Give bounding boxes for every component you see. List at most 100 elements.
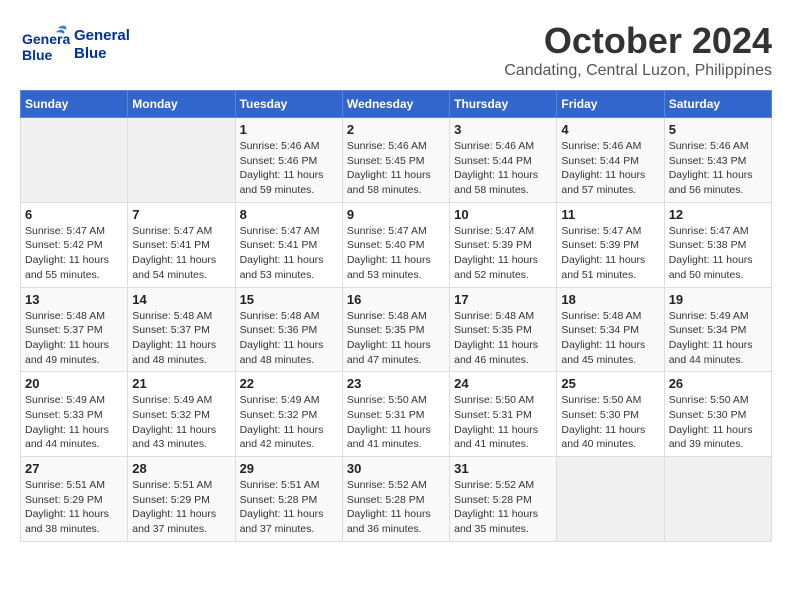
table-row: 29 Sunrise: 5:51 AMSunset: 5:28 PMDayligh… xyxy=(235,457,342,542)
day-number: 8 xyxy=(240,207,338,222)
calendar-week-row: 1 Sunrise: 5:46 AMSunset: 5:46 PMDaylight… xyxy=(21,118,772,203)
header-friday: Friday xyxy=(557,91,664,118)
day-info: Sunrise: 5:47 AMSunset: 5:41 PMDaylight:… xyxy=(240,224,338,283)
day-number: 19 xyxy=(669,292,767,307)
day-info: Sunrise: 5:46 AMSunset: 5:45 PMDaylight:… xyxy=(347,139,445,198)
logo-general: General xyxy=(74,27,130,45)
day-info: Sunrise: 5:47 AMSunset: 5:38 PMDaylight:… xyxy=(669,224,767,283)
table-row: 8 Sunrise: 5:47 AMSunset: 5:41 PMDaylight… xyxy=(235,202,342,287)
header-tuesday: Tuesday xyxy=(235,91,342,118)
table-row: 22 Sunrise: 5:49 AMSunset: 5:32 PMDayligh… xyxy=(235,372,342,457)
day-info: Sunrise: 5:51 AMSunset: 5:28 PMDaylight:… xyxy=(240,478,338,537)
day-number: 16 xyxy=(347,292,445,307)
table-row: 19 Sunrise: 5:49 AMSunset: 5:34 PMDayligh… xyxy=(664,287,771,372)
svg-text:General: General xyxy=(22,31,70,47)
day-info: Sunrise: 5:51 AMSunset: 5:29 PMDaylight:… xyxy=(25,478,123,537)
day-number: 2 xyxy=(347,122,445,137)
day-number: 17 xyxy=(454,292,552,307)
day-number: 4 xyxy=(561,122,659,137)
table-row: 6 Sunrise: 5:47 AMSunset: 5:42 PMDaylight… xyxy=(21,202,128,287)
day-info: Sunrise: 5:52 AMSunset: 5:28 PMDaylight:… xyxy=(454,478,552,537)
day-number: 1 xyxy=(240,122,338,137)
day-info: Sunrise: 5:49 AMSunset: 5:32 PMDaylight:… xyxy=(132,393,230,452)
table-row: 30Sunrise: 5:52 AMSunset: 5:28 PMDayligh… xyxy=(342,457,449,542)
day-number: 23 xyxy=(347,376,445,391)
table-row: 13Sunrise: 5:48 AMSunset: 5:37 PMDayligh… xyxy=(21,287,128,372)
day-info: Sunrise: 5:50 AMSunset: 5:30 PMDaylight:… xyxy=(669,393,767,452)
table-row: 11 Sunrise: 5:47 AMSunset: 5:39 PMDayligh… xyxy=(557,202,664,287)
table-row: 10Sunrise: 5:47 AMSunset: 5:39 PMDayligh… xyxy=(450,202,557,287)
calendar-table: Sunday Monday Tuesday Wednesday Thursday… xyxy=(20,90,772,542)
day-number: 11 xyxy=(561,207,659,222)
day-info: Sunrise: 5:48 AMSunset: 5:34 PMDaylight:… xyxy=(561,309,659,368)
table-row: 17 Sunrise: 5:48 AMSunset: 5:35 PMDayligh… xyxy=(450,287,557,372)
day-number: 22 xyxy=(240,376,338,391)
header-sunday: Sunday xyxy=(21,91,128,118)
day-number: 7 xyxy=(132,207,230,222)
day-number: 28 xyxy=(132,461,230,476)
table-row: 21 Sunrise: 5:49 AMSunset: 5:32 PMDayligh… xyxy=(128,372,235,457)
header-thursday: Thursday xyxy=(450,91,557,118)
day-info: Sunrise: 5:50 AMSunset: 5:31 PMDaylight:… xyxy=(347,393,445,452)
day-info: Sunrise: 5:52 AMSunset: 5:28 PMDaylight:… xyxy=(347,478,445,537)
day-number: 9 xyxy=(347,207,445,222)
table-row xyxy=(557,457,664,542)
logo: General Blue General Blue xyxy=(20,20,130,70)
day-number: 12 xyxy=(669,207,767,222)
table-row: 4Sunrise: 5:46 AMSunset: 5:44 PMDaylight… xyxy=(557,118,664,203)
header-monday: Monday xyxy=(128,91,235,118)
header-saturday: Saturday xyxy=(664,91,771,118)
table-row: 2 Sunrise: 5:46 AMSunset: 5:45 PMDaylight… xyxy=(342,118,449,203)
day-info: Sunrise: 5:49 AMSunset: 5:32 PMDaylight:… xyxy=(240,393,338,452)
table-row: 7 Sunrise: 5:47 AMSunset: 5:41 PMDaylight… xyxy=(128,202,235,287)
table-row: 25Sunrise: 5:50 AMSunset: 5:30 PMDayligh… xyxy=(557,372,664,457)
day-number: 27 xyxy=(25,461,123,476)
table-row: 31Sunrise: 5:52 AMSunset: 5:28 PMDayligh… xyxy=(450,457,557,542)
location-subtitle: Candating, Central Luzon, Philippines xyxy=(504,62,772,80)
logo-icon: General Blue xyxy=(20,20,70,70)
title-block: October 2024 Candating, Central Luzon, P… xyxy=(504,20,772,80)
table-row xyxy=(128,118,235,203)
month-year-title: October 2024 xyxy=(504,20,772,62)
day-number: 6 xyxy=(25,207,123,222)
day-number: 21 xyxy=(132,376,230,391)
day-info: Sunrise: 5:47 AMSunset: 5:39 PMDaylight:… xyxy=(561,224,659,283)
day-info: Sunrise: 5:48 AMSunset: 5:35 PMDaylight:… xyxy=(347,309,445,368)
day-number: 24 xyxy=(454,376,552,391)
calendar-week-row: 6 Sunrise: 5:47 AMSunset: 5:42 PMDaylight… xyxy=(21,202,772,287)
table-row: 1 Sunrise: 5:46 AMSunset: 5:46 PMDaylight… xyxy=(235,118,342,203)
day-info: Sunrise: 5:51 AMSunset: 5:29 PMDaylight:… xyxy=(132,478,230,537)
day-info: Sunrise: 5:47 AMSunset: 5:40 PMDaylight:… xyxy=(347,224,445,283)
table-row: 26 Sunrise: 5:50 AMSunset: 5:30 PMDayligh… xyxy=(664,372,771,457)
day-number: 25 xyxy=(561,376,659,391)
day-info: Sunrise: 5:48 AMSunset: 5:37 PMDaylight:… xyxy=(132,309,230,368)
day-info: Sunrise: 5:49 AMSunset: 5:33 PMDaylight:… xyxy=(25,393,123,452)
day-info: Sunrise: 5:47 AMSunset: 5:42 PMDaylight:… xyxy=(25,224,123,283)
table-row: 16 Sunrise: 5:48 AMSunset: 5:35 PMDayligh… xyxy=(342,287,449,372)
calendar-week-row: 20 Sunrise: 5:49 AMSunset: 5:33 PMDayligh… xyxy=(21,372,772,457)
day-info: Sunrise: 5:48 AMSunset: 5:35 PMDaylight:… xyxy=(454,309,552,368)
table-row: 18 Sunrise: 5:48 AMSunset: 5:34 PMDayligh… xyxy=(557,287,664,372)
day-number: 29 xyxy=(240,461,338,476)
table-row: 20 Sunrise: 5:49 AMSunset: 5:33 PMDayligh… xyxy=(21,372,128,457)
day-number: 15 xyxy=(240,292,338,307)
day-info: Sunrise: 5:47 AMSunset: 5:41 PMDaylight:… xyxy=(132,224,230,283)
day-number: 18 xyxy=(561,292,659,307)
day-info: Sunrise: 5:47 AMSunset: 5:39 PMDaylight:… xyxy=(454,224,552,283)
table-row: 24 Sunrise: 5:50 AMSunset: 5:31 PMDayligh… xyxy=(450,372,557,457)
table-row: 28 Sunrise: 5:51 AMSunset: 5:29 PMDayligh… xyxy=(128,457,235,542)
page-header: General Blue General Blue October 2024 C… xyxy=(20,20,772,80)
header-wednesday: Wednesday xyxy=(342,91,449,118)
day-number: 5 xyxy=(669,122,767,137)
day-number: 26 xyxy=(669,376,767,391)
day-info: Sunrise: 5:46 AMSunset: 5:46 PMDaylight:… xyxy=(240,139,338,198)
day-info: Sunrise: 5:49 AMSunset: 5:34 PMDaylight:… xyxy=(669,309,767,368)
table-row: 15 Sunrise: 5:48 AMSunset: 5:36 PMDayligh… xyxy=(235,287,342,372)
day-info: Sunrise: 5:48 AMSunset: 5:36 PMDaylight:… xyxy=(240,309,338,368)
day-info: Sunrise: 5:46 AMSunset: 5:43 PMDaylight:… xyxy=(669,139,767,198)
table-row: 14Sunrise: 5:48 AMSunset: 5:37 PMDayligh… xyxy=(128,287,235,372)
day-info: Sunrise: 5:50 AMSunset: 5:31 PMDaylight:… xyxy=(454,393,552,452)
table-row: 27 Sunrise: 5:51 AMSunset: 5:29 PMDayligh… xyxy=(21,457,128,542)
table-row: 5 Sunrise: 5:46 AMSunset: 5:43 PMDaylight… xyxy=(664,118,771,203)
day-number: 20 xyxy=(25,376,123,391)
